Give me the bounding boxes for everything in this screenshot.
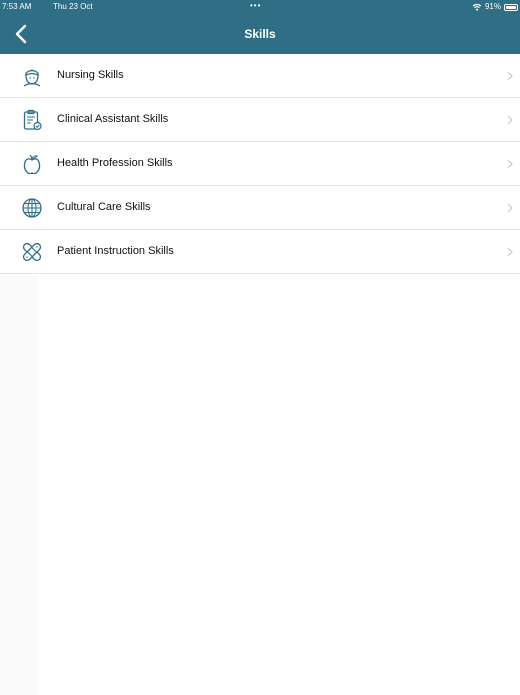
list-item-health-profession-skills[interactable]: Health Profession Skills [0,142,520,186]
chevron-right-icon [507,71,513,81]
header: 7:53 AM Thu 23 Oct ••• 91% Skills [0,0,520,54]
multitasking-dots[interactable]: ••• [250,0,261,13]
list-item-label: Clinical Assistant Skills [57,113,169,125]
wifi-icon [472,3,482,11]
list-item-label: Nursing Skills [57,69,124,81]
apple-icon [23,154,41,175]
list-item-nursing-skills[interactable]: Nursing Skills [0,54,520,98]
list-item-label: Patient Instruction Skills [57,245,174,257]
nav-bar: Skills [0,14,520,54]
skills-list: Nursing Skills Clinical Assistant Skills… [0,54,520,274]
battery-icon [504,3,518,11]
list-item-label: Cultural Care Skills [57,201,151,213]
nurse-icon [23,69,41,87]
status-right: 91% [472,0,518,14]
status-date: Thu 23 Oct [53,2,93,11]
status-time: 7:53 AM [2,2,32,11]
list-item-clinical-assistant-skills[interactable]: Clinical Assistant Skills [0,98,520,142]
chevron-right-icon [507,247,513,257]
clipboard-icon [23,109,42,131]
left-edge-strip [0,275,38,695]
page-title: Skills [244,27,276,41]
status-bar: 7:53 AM Thu 23 Oct ••• 91% [0,0,520,14]
list-item-patient-instruction-skills[interactable]: Patient Instruction Skills [0,230,520,274]
chevron-right-icon [507,159,513,169]
chevron-right-icon [507,203,513,213]
chevron-right-icon [507,115,513,125]
list-item-cultural-care-skills[interactable]: Cultural Care Skills [0,186,520,230]
battery-percent: 91% [484,2,501,11]
globe-icon [22,198,42,218]
list-item-label: Health Profession Skills [57,157,173,169]
bandage-icon [22,242,42,262]
